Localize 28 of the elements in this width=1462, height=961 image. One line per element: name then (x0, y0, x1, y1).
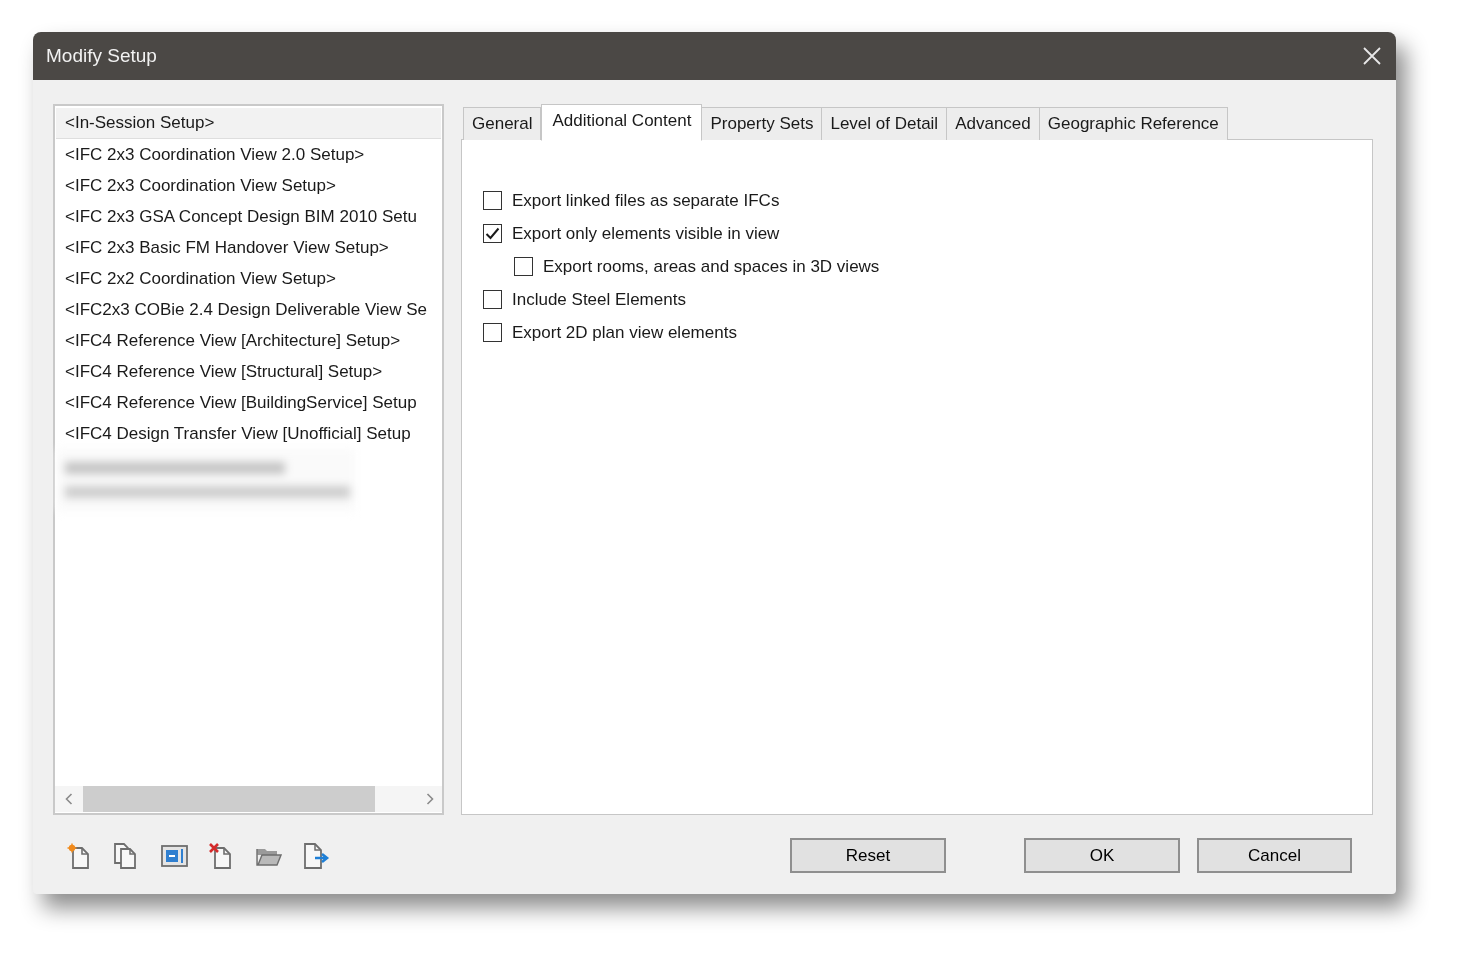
checkbox[interactable] (483, 290, 502, 309)
checkmark-icon (485, 227, 500, 240)
tab[interactable]: Additional Content (541, 104, 703, 141)
chevron-right-icon[interactable] (426, 793, 434, 805)
checkbox-label: Export only elements visible in view (512, 222, 780, 245)
checkbox[interactable] (483, 191, 502, 210)
chevron-left-icon[interactable] (65, 793, 73, 805)
checkbox[interactable] (514, 257, 533, 276)
checkbox[interactable] (483, 224, 502, 243)
close-icon[interactable] (1363, 47, 1381, 65)
window-title: Modify Setup (46, 43, 157, 68)
tab[interactable]: Advanced (946, 107, 1040, 140)
tab[interactable]: Level of Detail (821, 107, 948, 140)
tab[interactable]: Property Sets (701, 107, 823, 140)
export-document-icon[interactable] (303, 842, 331, 869)
tab[interactable]: Geographic Reference (1038, 107, 1228, 140)
checkbox-label: Include Steel Elements (512, 288, 686, 311)
checkbox-label: Export rooms, areas and spaces in 3D views (543, 255, 880, 278)
dialog-button[interactable]: Cancel (1197, 838, 1352, 873)
text-box-icon[interactable] (161, 844, 188, 867)
checkbox-label: Export linked files as separate IFCs (512, 189, 780, 212)
tab[interactable]: General (463, 107, 542, 140)
dialog-button[interactable]: OK (1024, 838, 1180, 873)
checkbox[interactable] (483, 323, 502, 342)
reset-button[interactable]: Reset (790, 838, 946, 873)
scrollbar-thumb[interactable] (83, 786, 375, 812)
setup-list-item[interactable]: <In-Session Setup> (56, 108, 441, 139)
checkbox-label: Export 2D plan view elements (512, 321, 737, 344)
